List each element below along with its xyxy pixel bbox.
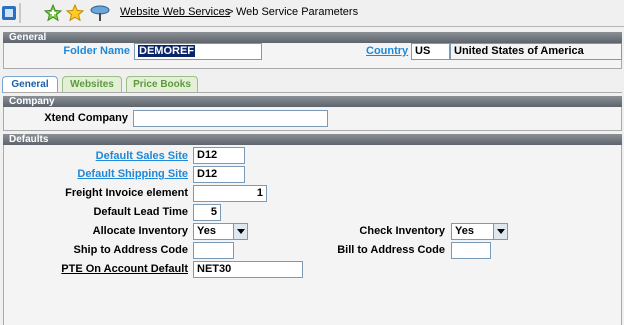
country-code-field[interactable]: US	[411, 43, 450, 60]
allocate-inventory-select[interactable]: Yes	[193, 223, 248, 240]
pin-icon[interactable]	[89, 4, 111, 22]
default-lead-time-label: Default Lead Time	[93, 206, 188, 218]
allocate-inventory-label: Allocate Inventory	[92, 225, 188, 237]
country-link[interactable]: Country	[366, 45, 408, 57]
chevron-down-icon[interactable]	[233, 224, 247, 239]
pte-on-account-link[interactable]: PTE On Account Default	[61, 263, 188, 275]
folder-name-label: Folder Name	[63, 45, 130, 57]
default-shipping-site-link[interactable]: Default Shipping Site	[77, 168, 188, 180]
folder-name-field[interactable]: DEMOREF	[134, 43, 262, 60]
default-sales-site-label-wrap: Default Sales Site	[4, 150, 188, 162]
default-shipping-site-field[interactable]: D12	[193, 166, 245, 183]
tab-websites[interactable]: Websites	[62, 76, 122, 92]
favorite-star-icon[interactable]	[66, 4, 84, 22]
chevron-down-icon[interactable]	[493, 224, 507, 239]
tab-baseline	[3, 92, 622, 93]
tab-general[interactable]: General	[2, 76, 58, 93]
toolbar: Website Web Services > Web Service Param…	[0, 0, 624, 27]
default-lead-time-field[interactable]: 5	[193, 204, 221, 221]
country-name-field: United States of America	[450, 43, 622, 60]
app-icon[interactable]	[0, 4, 18, 22]
check-inventory-select[interactable]: Yes	[451, 223, 508, 240]
check-inventory-label: Check Inventory	[359, 225, 445, 237]
add-favorite-icon[interactable]	[44, 4, 62, 22]
ship-to-address-label: Ship to Address Code	[73, 244, 189, 256]
pte-on-account-label-wrap: PTE On Account Default	[4, 263, 188, 275]
defaults-section-header: Defaults	[3, 134, 622, 145]
ship-to-address-field[interactable]	[193, 242, 234, 259]
general-section-header: General	[3, 32, 622, 43]
breadcrumb-current: Web Service Parameters	[236, 6, 359, 18]
allocate-inventory-value: Yes	[197, 225, 216, 237]
tab-price-books[interactable]: Price Books	[126, 76, 198, 92]
default-shipping-site-label-wrap: Default Shipping Site	[4, 168, 188, 180]
toolbar-divider	[19, 3, 21, 23]
xtend-company-field[interactable]	[133, 110, 328, 127]
breadcrumb-link[interactable]: Website Web Services	[120, 6, 230, 18]
freight-invoice-field[interactable]: 1	[193, 185, 267, 202]
breadcrumb-separator: >	[227, 6, 234, 18]
folder-name-value: DEMOREF	[138, 45, 195, 57]
xtend-company-label: Xtend Company	[44, 112, 128, 124]
bill-to-address-label: Bill to Address Code	[337, 244, 445, 256]
default-sales-site-link[interactable]: Default Sales Site	[96, 150, 188, 162]
default-sales-site-field[interactable]: D12	[193, 147, 245, 164]
company-section-header: Company	[3, 96, 622, 107]
bill-to-address-field[interactable]	[451, 242, 491, 259]
pte-on-account-field[interactable]: NET30	[193, 261, 303, 278]
check-inventory-value: Yes	[455, 225, 474, 237]
freight-invoice-label: Freight Invoice element	[65, 187, 188, 199]
